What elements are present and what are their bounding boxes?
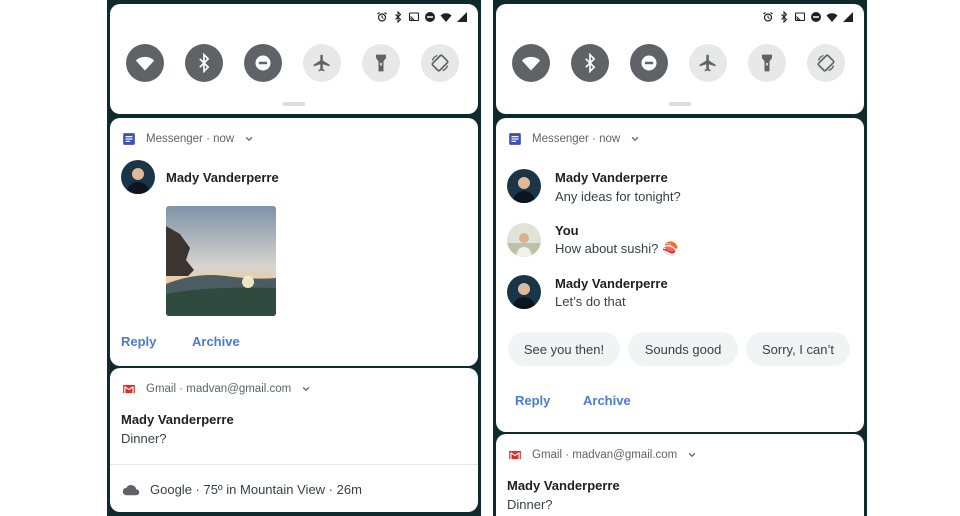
do-not-disturb-tile[interactable] — [630, 44, 668, 82]
bluetooth-icon — [778, 11, 790, 23]
notification-header: Messenger · now — [122, 132, 254, 146]
messenger-notification[interactable]: Messenger · now Mady Vanderperre Reply A… — [110, 118, 478, 366]
avatar — [121, 160, 155, 194]
chevron-down-icon[interactable] — [687, 450, 697, 460]
airplane-mode-tile[interactable] — [689, 44, 727, 82]
do-not-disturb-icon — [424, 11, 436, 23]
wifi-icon — [440, 11, 452, 23]
message-text: Dinner? — [507, 497, 553, 512]
notification-app-line: Messenger · now — [532, 133, 621, 145]
bluetooth-tile[interactable] — [185, 44, 223, 82]
google-weather-notification[interactable]: Google · 75º in Mountain View · 26m — [122, 482, 362, 497]
gmail-notification[interactable]: Gmail · madvan@gmail.com Mady Vanderperr… — [110, 368, 478, 512]
avatar — [507, 223, 541, 257]
flashlight-icon — [757, 53, 777, 73]
status-bar — [376, 11, 468, 23]
wifi-icon — [135, 53, 155, 73]
do-not-disturb-icon — [639, 53, 659, 73]
gmail-app-icon — [508, 448, 522, 462]
sender-name: Mady Vanderperre — [166, 170, 279, 185]
phone-screen-left: Messenger · now Mady Vanderperre Reply A… — [107, 0, 481, 516]
quick-settings-tiles — [512, 44, 845, 82]
attached-photo[interactable] — [166, 206, 276, 316]
bluetooth-tile[interactable] — [571, 44, 609, 82]
wifi-tile[interactable] — [126, 44, 164, 82]
do-not-disturb-icon — [810, 11, 822, 23]
bluetooth-icon — [580, 53, 600, 73]
notification-app-line: Google · 75º in Mountain View · 26m — [150, 482, 362, 497]
messenger-app-icon — [122, 132, 136, 146]
alarm-icon — [762, 11, 774, 23]
notification-header: Messenger · now — [508, 132, 640, 146]
chevron-down-icon[interactable] — [630, 134, 640, 144]
reply-button[interactable]: Reply — [515, 393, 550, 408]
messenger-app-icon — [508, 132, 522, 146]
chevron-down-icon[interactable] — [244, 134, 254, 144]
notification-app-line: Gmail · madvan@gmail.com — [532, 449, 678, 461]
notification-header: Gmail · madvan@gmail.com — [122, 382, 311, 396]
auto-rotate-tile[interactable] — [421, 44, 459, 82]
auto-rotate-icon — [430, 53, 450, 73]
archive-button[interactable]: Archive — [192, 334, 240, 349]
chevron-down-icon[interactable] — [301, 384, 311, 394]
message-sender: You — [555, 223, 579, 238]
smart-reply-chip[interactable]: Sounds good — [628, 332, 738, 366]
archive-button[interactable]: Archive — [583, 393, 631, 408]
message-text: Let’s do that — [555, 294, 626, 309]
alarm-icon — [376, 11, 388, 23]
quick-settings-tiles — [126, 44, 459, 82]
message-text: Any ideas for tonight? — [555, 189, 681, 204]
airplane-icon — [698, 53, 718, 73]
bluetooth-icon — [194, 53, 214, 73]
phone-screen-right: Messenger · now Mady Vanderperre Any ide… — [493, 0, 867, 516]
status-bar — [762, 11, 854, 23]
bluetooth-icon — [392, 11, 404, 23]
signal-icon — [456, 11, 468, 23]
notification-app-line: Gmail · madvan@gmail.com — [146, 383, 292, 395]
gmail-app-icon — [122, 382, 136, 396]
avatar — [507, 169, 541, 203]
airplane-icon — [312, 53, 332, 73]
flashlight-tile[interactable] — [362, 44, 400, 82]
divider — [110, 464, 478, 465]
avatar — [507, 275, 541, 309]
gmail-notification[interactable]: Gmail · madvan@gmail.com Mady Vanderperr… — [496, 434, 864, 516]
cloud-icon — [122, 484, 140, 496]
sender-name: Mady Vanderperre — [507, 478, 620, 493]
smart-reply-chip[interactable]: Sorry, I can’t — [746, 332, 850, 366]
wifi-icon — [521, 53, 541, 73]
quick-settings-panel — [110, 4, 478, 114]
panel-drag-handle[interactable] — [669, 102, 691, 106]
smart-reply-chip[interactable]: See you then! — [508, 332, 620, 366]
auto-rotate-tile[interactable] — [807, 44, 845, 82]
do-not-disturb-tile[interactable] — [244, 44, 282, 82]
message-sender: Mady Vanderperre — [555, 170, 668, 185]
wifi-icon — [826, 11, 838, 23]
panel-drag-handle[interactable] — [283, 102, 305, 106]
notification-header: Gmail · madvan@gmail.com — [508, 448, 697, 462]
wifi-tile[interactable] — [512, 44, 550, 82]
cast-icon — [794, 11, 806, 23]
message-text: Dinner? — [121, 431, 167, 446]
cast-icon — [408, 11, 420, 23]
auto-rotate-icon — [816, 53, 836, 73]
airplane-mode-tile[interactable] — [303, 44, 341, 82]
messenger-notification[interactable]: Messenger · now Mady Vanderperre Any ide… — [496, 118, 864, 432]
flashlight-icon — [371, 53, 391, 73]
reply-button[interactable]: Reply — [121, 334, 156, 349]
signal-icon — [842, 11, 854, 23]
quick-settings-panel — [496, 4, 864, 114]
flashlight-tile[interactable] — [748, 44, 786, 82]
notification-app-line: Messenger · now — [146, 133, 235, 145]
message-text: How about sushi? 🍣 — [555, 241, 679, 256]
do-not-disturb-icon — [253, 53, 273, 73]
sender-name: Mady Vanderperre — [121, 412, 234, 427]
message-sender: Mady Vanderperre — [555, 276, 668, 291]
